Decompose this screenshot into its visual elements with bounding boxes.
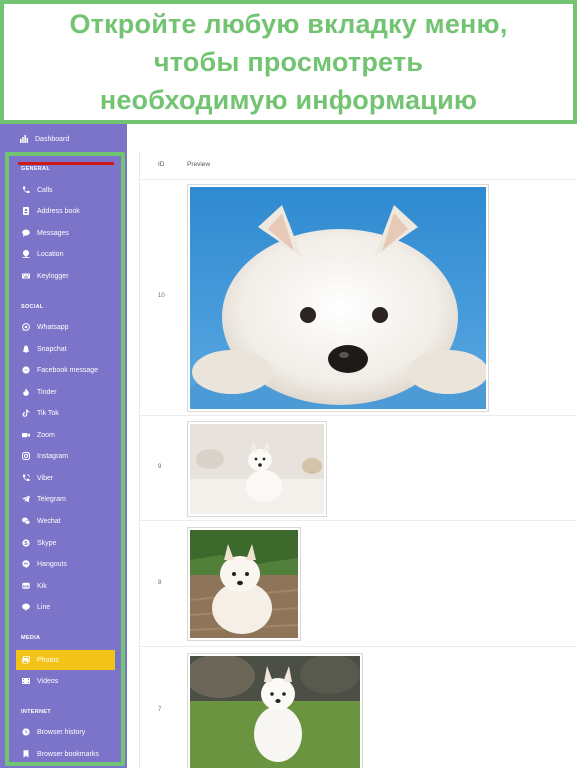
row-id: 8 xyxy=(158,580,162,586)
row-divider xyxy=(140,415,577,416)
sidebar-item-dashboard[interactable]: Dashboard xyxy=(20,132,69,146)
column-header-preview: Preview xyxy=(187,161,211,168)
column-header-id: ID xyxy=(158,161,165,168)
photos-table: ID Preview 10 9 8 7 xyxy=(139,151,577,768)
sidebar: Dashboard GENERAL Calls Address book Mes… xyxy=(0,124,127,768)
row-divider xyxy=(140,646,577,647)
westie-photo xyxy=(190,187,486,409)
sidebar-item-label: Dashboard xyxy=(35,135,70,143)
photo-thumbnail[interactable] xyxy=(187,184,489,412)
sidebar-highlight-frame xyxy=(5,152,125,766)
banner-line-2: чтобы просмотреть xyxy=(153,47,424,77)
row-id: 7 xyxy=(158,707,162,713)
photo-thumbnail[interactable] xyxy=(187,421,327,517)
dashboard-icon xyxy=(20,135,28,143)
instruction-banner: Откройте любую вкладку меню, чтобы просм… xyxy=(0,0,577,124)
row-id: 10 xyxy=(158,293,165,299)
westie-photo xyxy=(190,530,298,638)
main-content: ID Preview 10 9 8 7 xyxy=(139,151,577,768)
westie-photo xyxy=(190,656,360,768)
banner-line-3: необходимую информацию xyxy=(99,85,478,115)
banner-line-1: Откройте любую вкладку меню, xyxy=(69,9,508,39)
top-bar xyxy=(127,124,577,151)
header-divider xyxy=(140,179,577,180)
row-divider xyxy=(140,520,577,521)
photo-thumbnail[interactable] xyxy=(187,527,301,641)
westie-photo xyxy=(190,424,324,514)
row-id: 9 xyxy=(158,464,162,470)
photo-thumbnail[interactable] xyxy=(187,653,363,768)
